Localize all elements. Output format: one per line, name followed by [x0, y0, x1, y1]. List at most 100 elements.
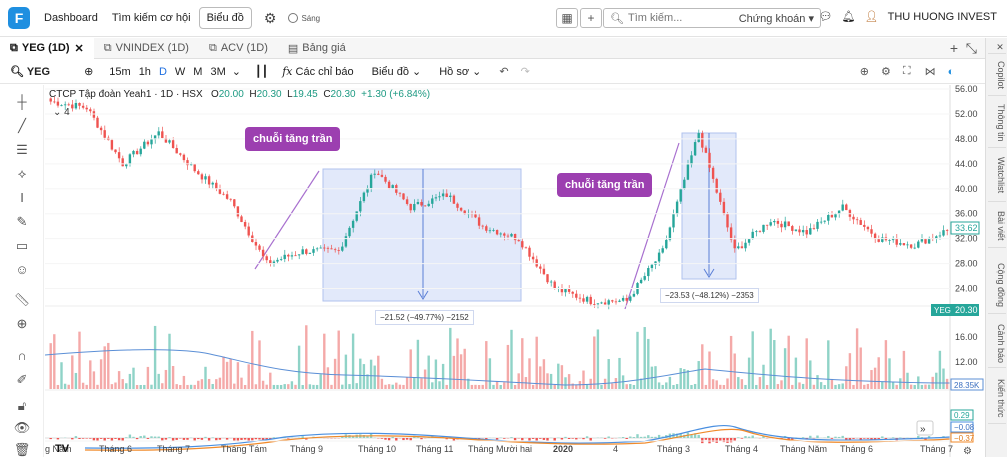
chart-type-menu[interactable]: Biểu đồ ⌄ [372, 65, 422, 78]
rally-line-1[interactable] [255, 171, 319, 269]
lock-icon[interactable]: 🔓︎ [13, 397, 31, 415]
interval-d[interactable]: D [159, 66, 167, 78]
fullscreen-icon[interactable]: ⤡ [966, 40, 977, 56]
fullscreen-icon[interactable]: ⛶ [903, 65, 911, 78]
candle-body [680, 189, 682, 202]
trendline-icon[interactable]: ╱ [13, 117, 31, 135]
profile-menu[interactable]: Hồ sơ ⌄ [439, 65, 481, 78]
compare-icon[interactable]: ⊕ [84, 65, 93, 78]
price-chart-svg[interactable]: 56.0052.0048.0044.0040.0036.0032.0028.00… [45, 85, 985, 457]
candle-body [172, 140, 174, 148]
tab-info[interactable]: Thông tin [988, 98, 1006, 148]
eye-icon[interactable]: 👁︎ [13, 419, 31, 437]
tab-watchlist[interactable]: Watchlist [988, 150, 1006, 202]
settings-icon[interactable]: ⚙ [963, 446, 972, 457]
symbol-search[interactable]: 🔍︎ YEG [10, 65, 50, 78]
emoji-icon[interactable]: ☺ [13, 261, 31, 279]
volume-bar [377, 356, 379, 389]
legend-change: +1.30 (+6.84%) [361, 89, 430, 100]
candle-type-icon[interactable]: ┃┃ [255, 65, 268, 78]
indicators-button[interactable]: fx Các chỉ báo [282, 65, 353, 78]
interval-1h[interactable]: 1h [139, 66, 151, 78]
copilot-icon[interactable]: ◐ [948, 66, 955, 78]
avatar[interactable]: 👤︎ [865, 10, 879, 23]
theme-toggle[interactable]: Sáng [288, 13, 320, 23]
chart-area[interactable]: 56.0052.0048.0044.0040.0036.0032.0028.00… [45, 85, 985, 457]
brush-icon[interactable]: ✎ [13, 213, 31, 231]
chat-icon[interactable]: 💬︎ [819, 10, 833, 23]
candle-body [370, 175, 372, 188]
interval-m[interactable]: M [193, 66, 202, 78]
pattern-icon[interactable]: ⟡ [13, 165, 31, 183]
candle-body [726, 213, 728, 227]
app-logo[interactable]: F [8, 7, 30, 29]
tab-yeg[interactable]: ⧉YEG (1D)✕ [0, 38, 94, 59]
candle-body [791, 226, 793, 231]
interval-3m[interactable]: 3M [210, 66, 225, 78]
crosshair-icon[interactable]: ┼ [13, 93, 31, 111]
macd-hist-bar [510, 437, 512, 438]
layers-toggle[interactable]: ⌄ 4 [53, 107, 70, 118]
magnet-icon[interactable]: ∩ [13, 347, 31, 365]
interval-w[interactable]: W [175, 66, 185, 78]
price-tick-label: 32.00 [955, 234, 978, 244]
fib-icon[interactable]: ☰ [13, 141, 31, 159]
candle-body [186, 160, 188, 165]
double-chevron-right-icon[interactable]: » [920, 424, 926, 435]
bell-icon[interactable]: 🔔︎ [842, 10, 856, 23]
ruler-icon[interactable]: 📏︎ [13, 291, 31, 309]
note-icon[interactable]: ▭ [13, 237, 31, 255]
annotation-bubble-2[interactable]: chuỗi tăng trần [557, 173, 652, 197]
volume-bar [539, 366, 541, 389]
close-icon[interactable]: ✕ [75, 42, 84, 55]
volume-bar [503, 382, 505, 389]
candle-body [759, 231, 761, 232]
tab-acv[interactable]: ⧉ACV (1D) [199, 38, 278, 59]
layout-grid-icon[interactable]: ▦ [556, 8, 578, 28]
candle-body [510, 234, 512, 236]
candle-body [795, 230, 797, 231]
zoom-icon[interactable]: ⊕ [860, 65, 869, 78]
tab-vnindex[interactable]: ⧉VNINDEX (1D) [94, 38, 199, 59]
tab-price-board[interactable]: ▤Bảng giá [278, 38, 356, 59]
annotation-bubble-1[interactable]: chuỗi tăng trần [245, 127, 340, 151]
redo-icon[interactable]: ↷ [521, 65, 530, 78]
share-icon[interactable]: ⋈ [925, 65, 936, 78]
settings-icon[interactable]: ⚙ [881, 65, 891, 78]
chevron-down-icon[interactable]: ⌄ [232, 65, 241, 78]
tab-community[interactable]: Cộng đồng [988, 258, 1006, 314]
candle-body [831, 215, 833, 217]
tab-label: VNINDEX (1D) [116, 42, 189, 54]
candle-body [424, 205, 426, 206]
gear-icon[interactable]: ⚙ [264, 10, 277, 27]
tab-copilot[interactable]: Copilot [988, 56, 1006, 96]
candle-body [374, 174, 376, 175]
volume-bar [809, 360, 811, 389]
volume-bar [276, 385, 278, 389]
lock-drawing-icon[interactable]: ✐ [13, 371, 31, 389]
candle-body [554, 282, 556, 289]
interval-15m[interactable]: 15m [109, 66, 130, 78]
text-tool-icon[interactable]: I [13, 189, 31, 207]
tab-posts[interactable]: Bài viết [988, 204, 1006, 248]
tab-alerts[interactable]: Cảnh báo [988, 320, 1006, 368]
chart-icon: ⧉ [209, 42, 217, 55]
tab-knowledge[interactable]: Kiến thức [988, 374, 1006, 424]
candle-body [215, 183, 217, 189]
undo-icon[interactable]: ↶ [499, 65, 508, 78]
candle-body [143, 142, 145, 149]
nav-dashboard[interactable]: Dashboard [44, 12, 98, 24]
add-tab-icon[interactable]: + [950, 40, 958, 56]
nav-opportunity-search[interactable]: Tìm kiếm cơ hội [112, 12, 191, 24]
trash-icon[interactable]: 🗑︎ [13, 441, 31, 459]
rally-line-2[interactable] [625, 143, 679, 309]
search-scope-select[interactable]: Chứng khoán ▾ [739, 12, 814, 25]
search-input[interactable] [628, 12, 728, 24]
chart-button[interactable]: Biểu đồ [199, 7, 252, 29]
candle-body [507, 236, 509, 237]
user-name[interactable]: THU HUONG INVEST [888, 11, 997, 23]
add-icon[interactable]: + [580, 8, 602, 28]
candle-body [136, 151, 138, 154]
zoom-in-icon[interactable]: ⊕ [13, 315, 31, 333]
close-panel-icon[interactable]: ✕ [988, 42, 1006, 54]
